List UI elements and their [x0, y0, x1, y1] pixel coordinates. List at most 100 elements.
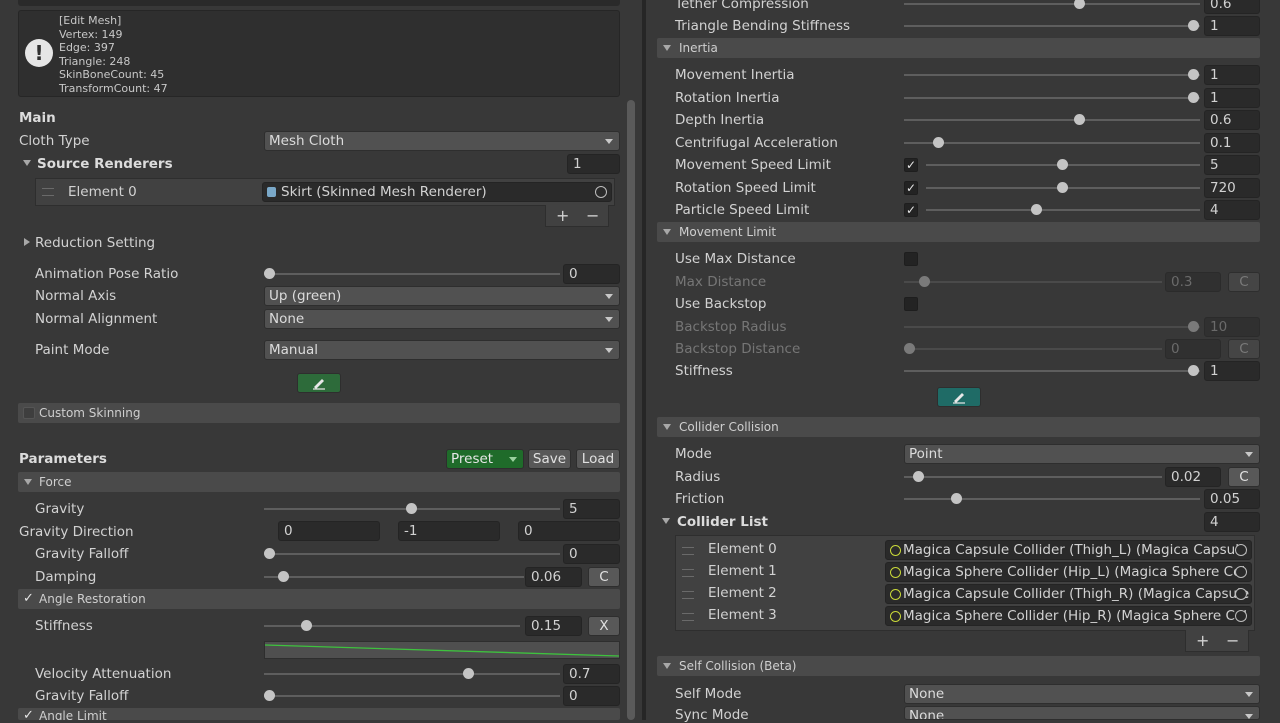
damping-track[interactable] — [264, 576, 524, 578]
object-picker-icon[interactable] — [1235, 610, 1247, 622]
object-picker-icon[interactable] — [1235, 566, 1247, 578]
normal-axis-dropdown[interactable]: Up (green) — [264, 286, 620, 306]
drag-handle-icon[interactable] — [682, 591, 694, 599]
paint-mode-dropdown[interactable]: Manual — [264, 340, 620, 360]
search-bar-partial[interactable] — [18, 0, 620, 6]
self-mode-dropdown[interactable]: None — [904, 684, 1260, 704]
paint-edit-button[interactable] — [297, 373, 341, 393]
gravity-direction-z[interactable]: 0 — [518, 521, 620, 541]
animation-pose-ratio-input[interactable]: 0 — [563, 264, 620, 284]
particle-speed-limit-track[interactable] — [926, 209, 1200, 211]
gravity-direction-x[interactable]: 0 — [278, 521, 380, 541]
collider-list-foldout-icon[interactable] — [662, 518, 670, 524]
velocity-attenuation-track[interactable] — [264, 673, 560, 675]
inertia-header[interactable]: Inertia — [657, 38, 1260, 58]
movement-inertia-input[interactable]: 1 — [1204, 65, 1260, 85]
stiffness-input[interactable]: 0.15 — [525, 616, 582, 636]
triangle-bending-input[interactable]: 1 — [1204, 16, 1260, 36]
movement-inertia-track[interactable] — [904, 74, 1200, 76]
damping-curve-button[interactable]: C — [588, 567, 620, 587]
centrifugal-track[interactable] — [904, 142, 1200, 144]
movement-speed-limit-knob[interactable] — [1057, 159, 1068, 170]
preset-button[interactable]: Preset — [446, 449, 524, 469]
object-picker-icon[interactable] — [1235, 588, 1247, 600]
movement-limit-stiffness-track[interactable] — [904, 370, 1200, 372]
collider-object-field[interactable]: Magica Capsule Collider (Thigh_L) (Magic… — [885, 540, 1252, 560]
self-collision-header[interactable]: Self Collision (Beta) — [657, 656, 1260, 676]
angle-limit-header[interactable]: ✓ Angle Limit — [18, 708, 620, 720]
collider-object-field[interactable]: Magica Sphere Collider (Hip_R) (Magica S… — [885, 606, 1252, 626]
left-scrollbar[interactable] — [627, 100, 635, 720]
rotation-inertia-knob[interactable] — [1188, 92, 1199, 103]
velocity-attenuation-input[interactable]: 0.7 — [563, 664, 620, 684]
triangle-bending-track[interactable] — [904, 25, 1200, 27]
tether-compression-track[interactable] — [904, 3, 1200, 5]
velocity-attenuation-knob[interactable] — [463, 668, 474, 679]
rotation-speed-limit-knob[interactable] — [1057, 182, 1068, 193]
remove-element-button[interactable]: − — [586, 206, 599, 225]
load-button[interactable]: Load — [576, 449, 620, 469]
reduction-foldout-icon[interactable] — [24, 238, 30, 246]
triangle-bending-knob[interactable] — [1188, 20, 1199, 31]
gravity-falloff-knob[interactable] — [264, 548, 275, 559]
tether-compression-input[interactable]: 0.6 — [1204, 0, 1260, 14]
object-picker-icon[interactable] — [595, 186, 607, 198]
tether-compression-knob[interactable] — [1074, 0, 1085, 9]
collider-object-field[interactable]: Magica Sphere Collider (Hip_L) (Magica S… — [885, 562, 1252, 582]
movement-limit-header[interactable]: Movement Limit — [657, 222, 1260, 242]
stiffness-curve-preview[interactable] — [264, 641, 620, 659]
use-backstop-checkbox[interactable] — [904, 297, 918, 311]
mode-dropdown[interactable]: Point — [904, 444, 1260, 464]
animation-pose-ratio-track[interactable] — [264, 273, 560, 275]
source-renderers-count[interactable]: 1 — [567, 154, 620, 174]
rotation-speed-limit-input[interactable]: 720 — [1204, 178, 1260, 198]
object-picker-icon[interactable] — [1235, 544, 1247, 556]
rotation-speed-limit-checkbox[interactable]: ✓ — [904, 181, 918, 195]
rotation-inertia-track[interactable] — [904, 97, 1200, 99]
gravity-falloff-track[interactable] — [264, 553, 560, 555]
drag-handle-icon[interactable] — [682, 613, 694, 621]
gravity-input[interactable]: 5 — [563, 499, 620, 519]
radius-input[interactable]: 0.02 — [1165, 467, 1221, 487]
gravity-knob[interactable] — [406, 503, 417, 514]
gravity-direction-y[interactable]: -1 — [398, 521, 500, 541]
angle-limit-check-icon[interactable]: ✓ — [23, 708, 34, 720]
stiffness-knob[interactable] — [301, 620, 312, 631]
sync-mode-dropdown[interactable]: None — [904, 706, 1260, 720]
drag-handle-icon[interactable] — [42, 188, 54, 196]
movement-speed-limit-checkbox[interactable]: ✓ — [904, 158, 918, 172]
gravity-falloff-2-input[interactable]: 0 — [563, 686, 620, 706]
angle-restoration-check-icon[interactable]: ✓ — [23, 589, 34, 609]
drag-handle-icon[interactable] — [682, 547, 694, 555]
friction-input[interactable]: 0.05 — [1204, 489, 1260, 509]
add-element-button[interactable]: + — [556, 206, 569, 225]
radius-knob[interactable] — [913, 471, 924, 482]
movement-limit-stiffness-knob[interactable] — [1188, 365, 1199, 376]
collider-list-label[interactable]: Collider List — [677, 514, 768, 530]
radius-curve-button[interactable]: C — [1228, 467, 1260, 487]
depth-inertia-track[interactable] — [904, 119, 1200, 121]
collider-collision-header[interactable]: Collider Collision — [657, 417, 1260, 437]
collider-list-count[interactable]: 4 — [1204, 512, 1260, 532]
rotation-inertia-input[interactable]: 1 — [1204, 88, 1260, 108]
radius-track[interactable] — [904, 476, 1162, 478]
force-header[interactable]: Force — [18, 472, 620, 492]
reduction-setting-label[interactable]: Reduction Setting — [35, 235, 155, 251]
animation-pose-ratio-knob[interactable] — [264, 268, 275, 279]
use-max-distance-checkbox[interactable] — [904, 252, 918, 266]
custom-skinning-header[interactable]: Custom Skinning — [18, 403, 620, 423]
movement-limit-stiffness-input[interactable]: 1 — [1204, 361, 1260, 381]
backstop-edit-button[interactable] — [937, 387, 981, 407]
custom-skinning-checkbox[interactable] — [23, 407, 35, 419]
angle-restoration-header[interactable]: ✓ Angle Restoration — [18, 589, 620, 609]
gravity-falloff-2-knob[interactable] — [264, 690, 275, 701]
add-collider-button[interactable]: + — [1196, 631, 1209, 650]
source-renderers-label[interactable]: Source Renderers — [37, 156, 173, 172]
gravity-falloff-input[interactable]: 0 — [563, 544, 620, 564]
source-element-object-field[interactable]: Skirt (Skinned Mesh Renderer) — [262, 182, 612, 202]
damping-knob[interactable] — [278, 571, 289, 582]
particle-speed-limit-checkbox[interactable]: ✓ — [904, 203, 918, 217]
save-button[interactable]: Save — [528, 449, 571, 469]
centrifugal-input[interactable]: 0.1 — [1204, 133, 1260, 153]
normal-alignment-dropdown[interactable]: None — [264, 309, 620, 329]
